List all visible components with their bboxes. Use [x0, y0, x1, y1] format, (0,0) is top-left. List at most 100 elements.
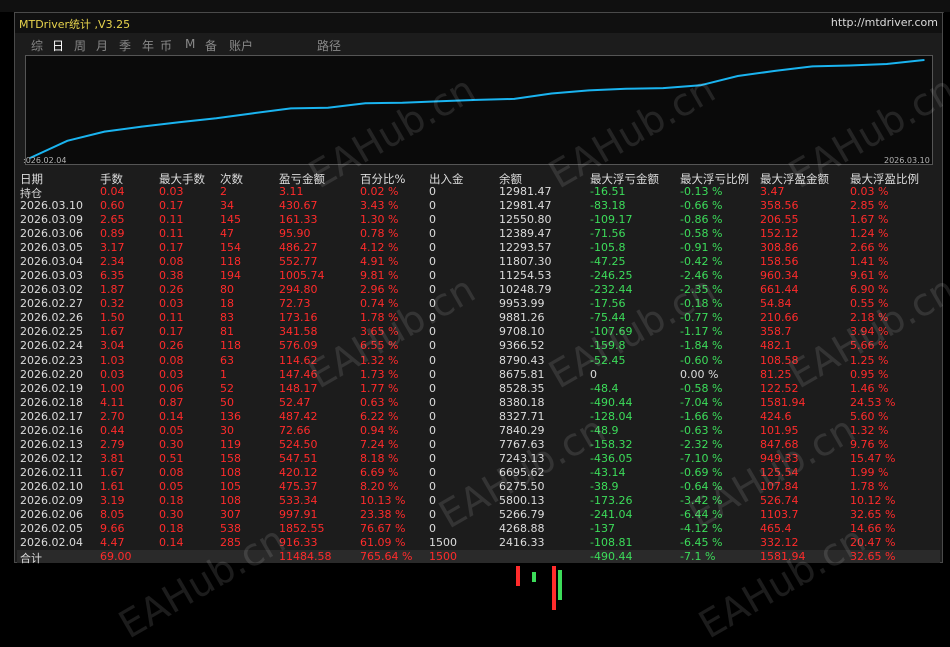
equity-point	[439, 100, 441, 103]
row-date: 2026.03.06	[20, 227, 83, 241]
table-cell: 0	[429, 507, 436, 521]
table-cell: -71.56	[590, 227, 626, 241]
table-cell: 0	[429, 479, 436, 493]
table-cell: 6.22 %	[360, 409, 399, 423]
table-cell: 0.08	[159, 353, 184, 367]
equity-point	[401, 101, 404, 104]
table-cell: 0.11	[159, 213, 184, 227]
table-cell: 81	[220, 325, 234, 339]
row-date: 2026.02.23	[20, 353, 83, 367]
table-cell: 547.51	[279, 451, 318, 465]
equity-point	[66, 140, 69, 142]
row-date: 2026.02.17	[20, 409, 83, 423]
equity-point	[811, 65, 814, 68]
table-cell: -241.04	[590, 507, 633, 521]
equity-chart	[25, 55, 933, 165]
table-cell: 10.12 %	[850, 493, 896, 507]
table-cell: 0.63 %	[360, 395, 399, 409]
table-cell: 949.33	[760, 451, 799, 465]
table-cell: 83	[220, 311, 234, 325]
table-cell: 1.78 %	[850, 479, 889, 493]
tab-9[interactable]: 账户	[229, 37, 253, 54]
table-cell: 148.17	[279, 381, 318, 395]
background-candle	[532, 572, 536, 582]
background-left-strip	[0, 12, 14, 612]
table-cell: -158.32	[590, 437, 633, 451]
equity-point	[141, 125, 143, 128]
equity-point	[923, 59, 925, 61]
table-cell: -0.63 %	[680, 423, 723, 437]
table-cell: 95.90	[279, 227, 311, 241]
tab-7[interactable]: M	[185, 37, 195, 51]
table-cell: 3.65 %	[360, 325, 399, 339]
table-cell: 5266.79	[499, 507, 545, 521]
table-cell: 10248.79	[499, 283, 552, 297]
tab-6[interactable]: 币	[160, 37, 172, 54]
table-cell: 7.24 %	[360, 437, 399, 451]
table-cell: -0.18 %	[680, 297, 723, 311]
equity-point	[364, 102, 367, 104]
tab-0[interactable]: 综	[31, 37, 43, 54]
tab-8[interactable]: 备	[205, 37, 217, 54]
table-cell: 0.17	[159, 241, 184, 255]
table-cell: 5.66 %	[850, 339, 889, 353]
row-date: 2026.02.25	[20, 325, 83, 339]
table-cell: 0.00 %	[680, 367, 719, 381]
table-cell: 916.33	[279, 536, 318, 549]
table-cell: 465.4	[760, 522, 792, 535]
row-date: 2026.03.04	[20, 255, 83, 269]
table-cell: 332.12	[760, 536, 799, 549]
table-cell: 9.66	[100, 522, 125, 535]
table-cell: 1.67	[100, 325, 125, 339]
row-date: 2026.03.05	[20, 241, 83, 255]
table-cell: -0.42 %	[680, 255, 723, 269]
tab-2[interactable]: 周	[74, 37, 86, 54]
table-cell: 7840.29	[499, 423, 545, 437]
equity-point	[252, 112, 255, 114]
table-cell: 8.20 %	[360, 479, 399, 493]
row-date: 2026.03.09	[20, 213, 83, 227]
total-label: 合计	[20, 552, 42, 565]
table-cell: 11807.30	[499, 255, 552, 269]
table-cell: 997.91	[279, 507, 318, 521]
table-cell: -105.8	[590, 241, 626, 255]
equity-chart-svg	[29, 59, 925, 159]
table-cell: 1.78 %	[360, 311, 399, 325]
table-cell: 0	[429, 353, 436, 367]
table-cell: 0.03	[100, 367, 125, 381]
total-cell: 32.65 %	[850, 550, 896, 563]
table-cell: 4268.88	[499, 522, 545, 535]
table-cell: 2	[220, 185, 227, 198]
tab-4[interactable]: 季	[119, 37, 131, 54]
tab-10[interactable]: 路径	[317, 37, 341, 54]
table-cell: 2.18 %	[850, 311, 889, 325]
table-cell: 12389.47	[499, 227, 552, 241]
table-cell: 3.11	[279, 185, 304, 198]
table-cell: 0	[429, 185, 436, 198]
table-cell: 8.18 %	[360, 451, 399, 465]
table-cell: 1	[220, 367, 227, 381]
table-cell: 2.96 %	[360, 283, 399, 297]
tab-1[interactable]: 日	[52, 37, 64, 54]
table-cell: -7.10 %	[680, 451, 723, 465]
table-cell: 108	[220, 493, 241, 507]
table-cell: 1.50	[100, 311, 125, 325]
table-cell: 0	[429, 437, 436, 451]
table-cell: -2.46 %	[680, 269, 723, 283]
table-cell: 1581.94	[760, 395, 806, 409]
table-cell: 30	[220, 423, 234, 437]
table-cell: 6.69 %	[360, 465, 399, 479]
table-cell: 0.05	[159, 479, 184, 493]
table-cell: 430.67	[279, 199, 318, 212]
tab-3[interactable]: 月	[96, 37, 108, 54]
table-cell: -490.44	[590, 395, 633, 409]
website-link[interactable]: http://mtdriver.com	[831, 16, 938, 29]
tab-5[interactable]: 年	[142, 37, 154, 54]
table-cell: 1.46 %	[850, 381, 889, 395]
table-cell: 1.67 %	[850, 213, 889, 227]
table-cell: 8.05	[100, 507, 125, 521]
equity-point	[476, 99, 478, 101]
table-cell: 1.67	[100, 465, 125, 479]
table-cell: 1852.55	[279, 522, 325, 535]
table-cell: -75.44	[590, 311, 626, 325]
